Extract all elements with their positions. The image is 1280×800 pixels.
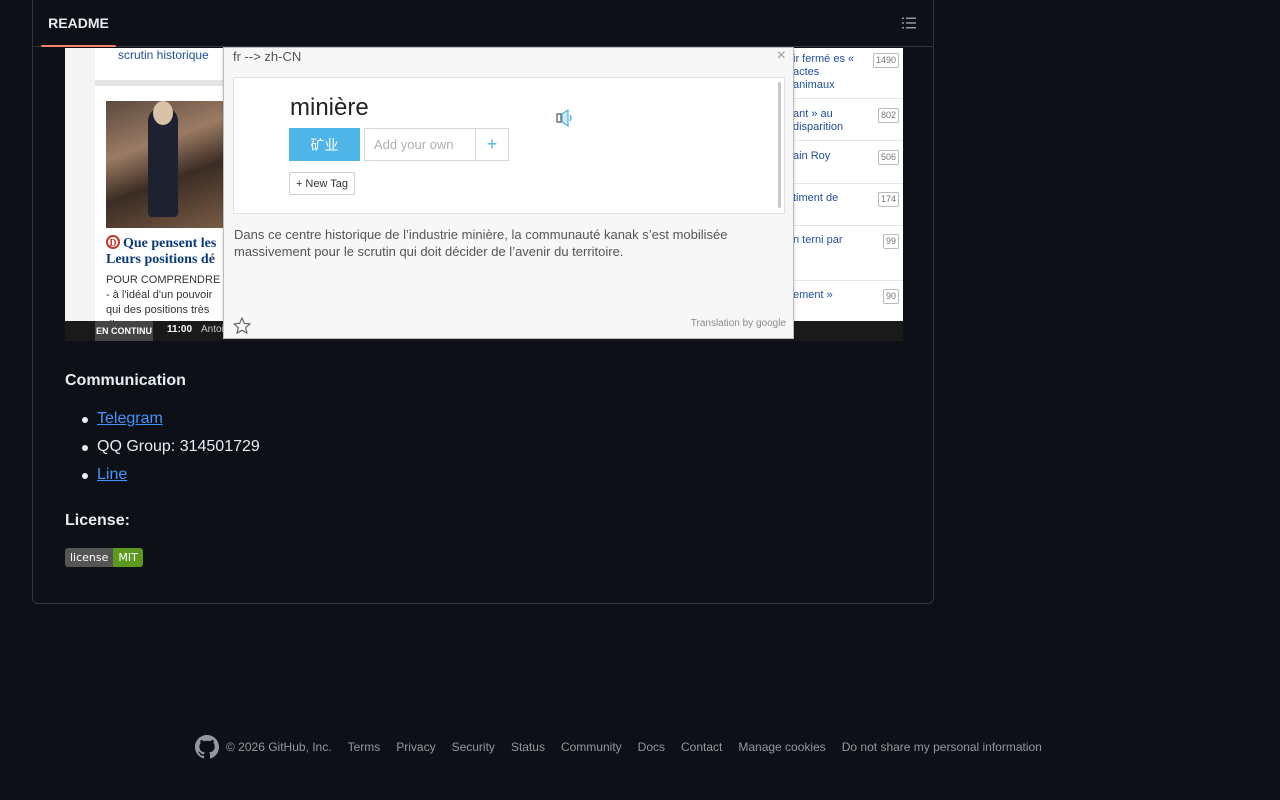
- screenshot-article-link: scrutin historique: [118, 48, 209, 62]
- speaker-icon[interactable]: [556, 108, 578, 133]
- screenshot-en-continu: EN CONTINU: [95, 321, 153, 341]
- footer-copyright: © 2026 GitHub, Inc.: [226, 740, 332, 754]
- list-item: Telegram: [65, 405, 260, 433]
- translation-popup: fr --> zh-CN × minière 矿业 Add your own +…: [223, 47, 794, 339]
- license-badge-label: license: [65, 548, 114, 567]
- footer-link-status[interactable]: Status: [511, 740, 545, 754]
- translation-card: minière 矿业 Add your own + + New Tag: [233, 77, 785, 214]
- license-heading: License:: [65, 512, 130, 529]
- language-pair: fr --> zh-CN: [233, 49, 302, 64]
- qq-group-text: QQ Group: 314501729: [97, 438, 260, 455]
- tab-readme-label: README: [48, 15, 109, 31]
- right-separator: [793, 225, 903, 226]
- screenshot-right-column: ir fermé es « actes animaux 1490 ant » au…: [793, 48, 903, 321]
- add-translation-input[interactable]: Add your own: [364, 128, 476, 161]
- page-footer: © 2026 GitHub, Inc. Terms Privacy Securi…: [195, 735, 1050, 759]
- right-item-count: 90: [882, 289, 899, 304]
- photo-figure-head: [153, 101, 173, 125]
- right-item-count: 506: [877, 150, 899, 165]
- translation-credit: Translation by google: [690, 318, 786, 329]
- footer-link-security[interactable]: Security: [452, 740, 495, 754]
- footer-link-terms[interactable]: Terms: [348, 740, 381, 754]
- outline-button[interactable]: [899, 13, 919, 33]
- list-item: QQ Group: 314501729: [65, 433, 260, 461]
- star-icon[interactable]: [232, 316, 252, 341]
- screenshot-author: Antoi: [201, 324, 224, 335]
- right-item-text: ir fermé es « actes animaux: [793, 53, 855, 91]
- right-item-text: n terni par: [793, 234, 843, 246]
- communication-heading: Communication: [65, 372, 186, 389]
- line-link[interactable]: Line: [97, 466, 127, 483]
- right-separator: [793, 183, 903, 184]
- right-item-text: timent de: [793, 192, 839, 204]
- license-badge-value: MIT: [113, 548, 143, 567]
- new-tag-button[interactable]: + New Tag: [289, 172, 355, 195]
- footer-link-privacy[interactable]: Privacy: [396, 740, 435, 754]
- translation-button[interactable]: 矿业: [289, 128, 360, 161]
- footer-link-docs[interactable]: Docs: [638, 740, 665, 754]
- right-item-text: ain Roy: [793, 150, 831, 162]
- tab-readme[interactable]: README: [41, 0, 116, 47]
- add-translation-button[interactable]: +: [475, 128, 509, 161]
- right-item-count: 174: [877, 192, 899, 207]
- right-item-count: 802: [877, 108, 899, 123]
- footer-link-contact[interactable]: Contact: [681, 740, 722, 754]
- telegram-link[interactable]: Telegram: [97, 410, 163, 427]
- footer-link-community[interactable]: Community: [561, 740, 622, 754]
- github-logo-icon[interactable]: [195, 735, 219, 759]
- right-item-count: 99: [882, 234, 899, 249]
- right-separator: [793, 98, 903, 99]
- list-unordered-icon: [902, 17, 916, 29]
- screenshot-photo: [106, 101, 226, 228]
- right-separator: [793, 140, 903, 141]
- screenshot-time: 11:00: [167, 324, 193, 335]
- communication-list: Telegram QQ Group: 314501729 Line: [65, 405, 260, 489]
- card-scrollbar[interactable]: [778, 82, 781, 208]
- readme-header: README: [33, 0, 933, 47]
- source-word: minière: [290, 94, 369, 121]
- right-item-text: ement »: [793, 289, 833, 301]
- headline-badge: D: [106, 235, 120, 249]
- headline-text: Que pensent les Leurs positions dé: [106, 236, 217, 267]
- right-item-count: 1490: [872, 53, 899, 68]
- footer-link-manage-cookies[interactable]: Manage cookies: [738, 740, 825, 754]
- footer-link-do-not-share[interactable]: Do not share my personal information: [842, 740, 1042, 754]
- screenshot-left-margin: [65, 48, 95, 321]
- right-separator: [793, 280, 903, 281]
- license-badge[interactable]: license MIT: [65, 548, 143, 567]
- tab-active-underline: [41, 45, 116, 47]
- context-sentence: Dans ce centre historique de l’industrie…: [234, 227, 728, 259]
- close-icon[interactable]: ×: [777, 47, 786, 65]
- list-item: Line: [65, 461, 260, 489]
- right-item-text: ant » au disparition: [793, 108, 844, 133]
